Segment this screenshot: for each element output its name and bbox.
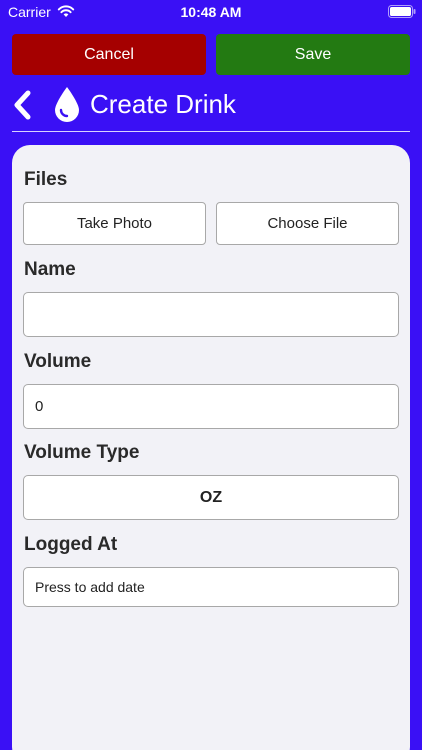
volume-type-label: Volume Type [24,442,140,463]
clock-time: 10:48 AM [180,4,242,20]
battery-icon [388,5,416,18]
volume-label: Volume [24,351,92,372]
take-photo-button[interactable]: Take Photo [23,202,206,245]
volume-input[interactable]: 0 [23,384,399,429]
header-divider [12,131,410,132]
name-label: Name [24,259,76,280]
page-title: Create Drink [90,89,236,119]
water-drop-icon [55,87,79,122]
logged-at-date-picker[interactable]: Press to add date [23,567,399,607]
status-bar: Carrier 10:48 AM [0,0,422,24]
create-drink-form: Files Take Photo Choose File Name Volume… [12,145,410,750]
page-header: Create Drink [0,82,422,128]
files-label: Files [24,169,68,190]
logged-at-label: Logged At [24,534,118,555]
choose-file-button[interactable]: Choose File [216,202,399,245]
save-button[interactable]: Save [216,34,410,75]
name-input[interactable] [23,292,399,337]
cancel-button[interactable]: Cancel [12,34,206,75]
volume-type-select[interactable]: OZ [23,475,399,520]
chevron-left-icon[interactable] [8,88,38,122]
